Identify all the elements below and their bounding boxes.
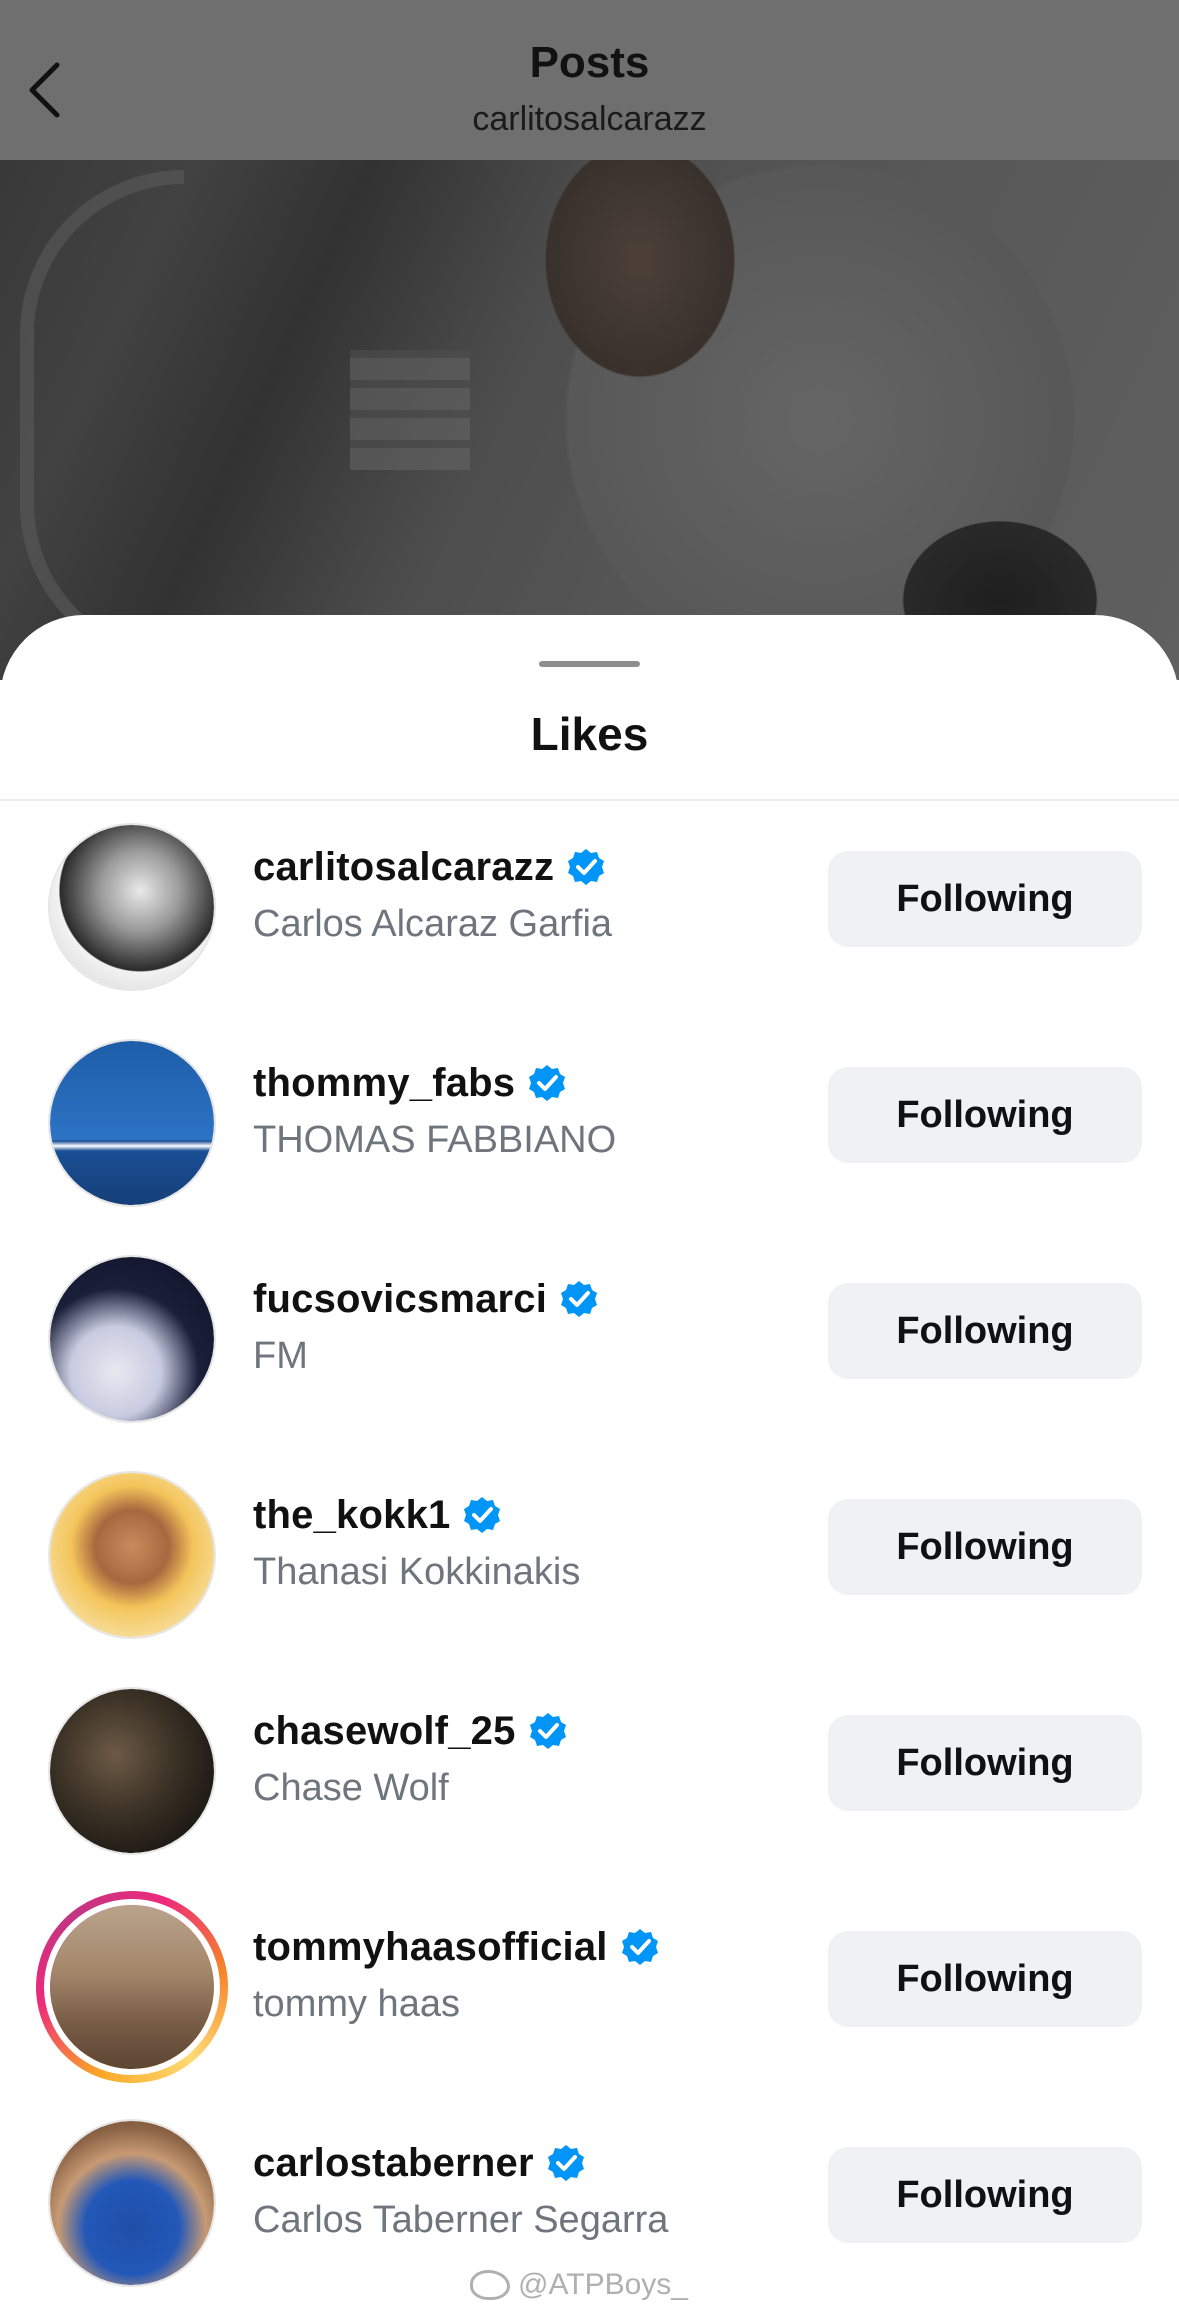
username[interactable]: carlostaberner xyxy=(253,2141,534,2186)
following-button[interactable]: Following xyxy=(828,1067,1142,1163)
avatar[interactable] xyxy=(48,1255,216,1423)
following-button[interactable]: Following xyxy=(828,1715,1142,1811)
top-navigation-bar: Posts carlitosalcarazz xyxy=(0,0,1179,160)
username[interactable]: tommyhaasofficial xyxy=(253,1925,608,1970)
sheet-divider xyxy=(0,799,1179,801)
username[interactable]: the_kokk1 xyxy=(253,1493,450,1538)
likes-bottom-sheet: Likes carlitosalcarazz Carlos Alcaraz Ga… xyxy=(0,615,1179,2322)
screen: Posts carlitosalcarazz Likes carlitosalc… xyxy=(0,0,1179,2322)
sheet-title: Likes xyxy=(530,708,649,760)
avatar[interactable] xyxy=(48,1039,216,1207)
username[interactable]: carlitosalcarazz xyxy=(253,845,554,890)
list-item[interactable]: the_kokk1 Thanasi Kokkinakis Following xyxy=(0,1459,1179,1675)
verified-badge-icon xyxy=(529,1713,566,1749)
full-name: FM xyxy=(253,1335,308,1377)
following-button[interactable]: Following xyxy=(828,2147,1142,2243)
weibo-logo-icon xyxy=(470,2270,510,2300)
verified-badge-icon xyxy=(464,1497,501,1533)
following-button[interactable]: Following xyxy=(828,1283,1142,1379)
list-item[interactable]: chasewolf_25 Chase Wolf Following xyxy=(0,1675,1179,1891)
watermark-text: @ATPBoys_ xyxy=(518,2268,688,2301)
username[interactable]: chasewolf_25 xyxy=(253,1709,516,1754)
avatar[interactable] xyxy=(48,2119,216,2287)
username[interactable]: fucsovicsmarci xyxy=(253,1277,547,1322)
list-item[interactable]: tommyhaasofficial tommy haas Following xyxy=(0,1891,1179,2107)
username[interactable]: thommy_fabs xyxy=(253,1061,515,1106)
avatar[interactable] xyxy=(48,823,216,991)
page-title: Posts xyxy=(529,38,650,87)
verified-badge-icon xyxy=(561,1281,598,1317)
full-name: tommy haas xyxy=(253,1983,460,2025)
full-name: Chase Wolf xyxy=(253,1767,449,1809)
likes-list: carlitosalcarazz Carlos Alcaraz Garfia F… xyxy=(0,811,1179,2322)
watermark: @ATPBoys_ xyxy=(470,2268,688,2302)
full-name: THOMAS FABBIANO xyxy=(253,1119,617,1161)
following-button[interactable]: Following xyxy=(828,1499,1142,1595)
avatar-with-story-ring[interactable] xyxy=(36,1891,228,2083)
full-name: Carlos Taberner Segarra xyxy=(253,2199,669,2241)
sheet-drag-handle[interactable] xyxy=(539,661,640,667)
following-button[interactable]: Following xyxy=(828,1931,1142,2027)
avatar[interactable] xyxy=(48,1687,216,1855)
following-button[interactable]: Following xyxy=(828,851,1142,947)
verified-badge-icon xyxy=(529,1065,566,1101)
verified-badge-icon xyxy=(568,849,605,885)
avatar[interactable] xyxy=(48,1471,216,1639)
full-name: Thanasi Kokkinakis xyxy=(253,1551,581,1593)
page-subtitle[interactable]: carlitosalcarazz xyxy=(0,100,1179,139)
list-item[interactable]: fucsovicsmarci FM Following xyxy=(0,1243,1179,1459)
list-item[interactable]: carlitosalcarazz Carlos Alcaraz Garfia F… xyxy=(0,811,1179,1027)
list-item[interactable]: thommy_fabs THOMAS FABBIANO Following xyxy=(0,1027,1179,1243)
verified-badge-icon xyxy=(621,1929,658,1965)
verified-badge-icon xyxy=(547,2145,584,2181)
full-name: Carlos Alcaraz Garfia xyxy=(253,903,613,945)
